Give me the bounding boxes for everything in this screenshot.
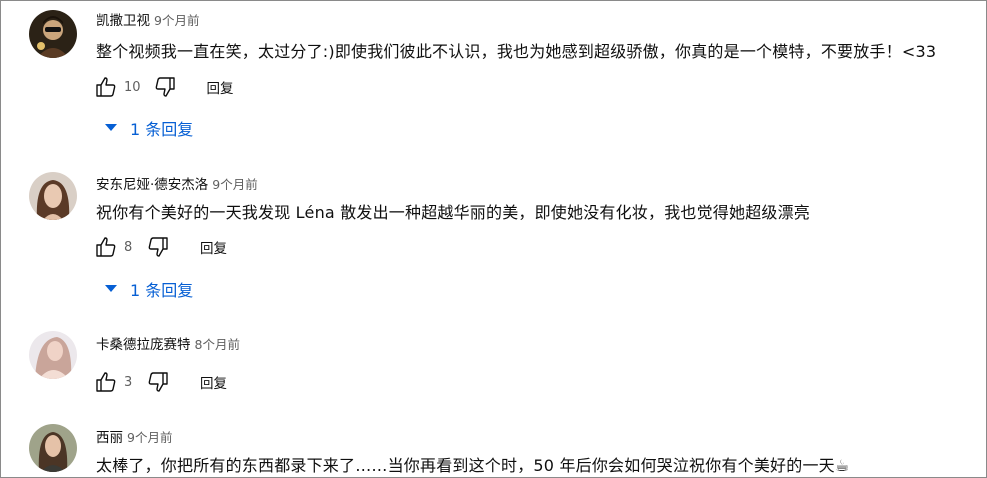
comment-author[interactable]: 西丽 bbox=[96, 430, 123, 446]
thumbs-up-icon[interactable] bbox=[92, 234, 120, 260]
comment-text: 太棒了，你把所有的东西都录下来了……当你再看到这个时，50 年后你会如何哭泣祝你… bbox=[96, 456, 850, 475]
avatar[interactable] bbox=[29, 331, 77, 379]
view-replies-button[interactable]: 1 条回复 bbox=[104, 277, 193, 301]
comment-author[interactable]: 凯撒卫视 bbox=[96, 13, 150, 29]
comment-time[interactable]: 8个月前 bbox=[195, 337, 240, 352]
thumbs-up-icon[interactable] bbox=[92, 369, 120, 395]
thumbs-down-icon[interactable] bbox=[144, 234, 172, 260]
avatar[interactable] bbox=[29, 10, 77, 58]
comment-text: 祝你有个美好的一天我发现 Léna 散发出一种超越华丽的美，即使她没有化妆，我也… bbox=[96, 203, 810, 222]
caret-down-icon bbox=[105, 285, 117, 292]
comment-actions: 8 回复 bbox=[92, 235, 227, 259]
comment-actions: 10 回复 bbox=[92, 75, 234, 99]
comment-header: 卡桑德拉庞赛特 8个月前 bbox=[96, 333, 240, 353]
replies-count: 1 条回复 bbox=[130, 120, 194, 139]
comment-text: 整个视频我一直在笑，太过分了:)即使我们彼此不认识，我也为她感到超级骄傲，你真的… bbox=[96, 42, 937, 61]
reply-button[interactable]: 回复 bbox=[200, 372, 227, 392]
comment-time[interactable]: 9个月前 bbox=[154, 13, 199, 28]
reply-button[interactable]: 回复 bbox=[200, 237, 227, 257]
comment-actions: 3 回复 bbox=[92, 370, 227, 394]
like-count: 10 bbox=[124, 79, 141, 95]
comment-time[interactable]: 9个月前 bbox=[127, 430, 172, 445]
comment-time[interactable]: 9个月前 bbox=[212, 177, 257, 192]
comment-header: 西丽 9个月前 bbox=[96, 426, 172, 446]
comment-author[interactable]: 安东尼娅·德安杰洛 bbox=[96, 177, 208, 193]
comment-author[interactable]: 卡桑德拉庞赛特 bbox=[96, 337, 191, 353]
thumbs-down-icon[interactable] bbox=[144, 369, 172, 395]
comment-header: 凯撒卫视 9个月前 bbox=[96, 9, 199, 29]
avatar[interactable] bbox=[29, 172, 77, 220]
replies-count: 1 条回复 bbox=[130, 281, 194, 300]
avatar[interactable] bbox=[29, 424, 77, 472]
view-replies-button[interactable]: 1 条回复 bbox=[104, 116, 193, 140]
thumbs-down-icon[interactable] bbox=[151, 74, 179, 100]
like-count: 3 bbox=[124, 374, 133, 390]
caret-down-icon bbox=[105, 124, 117, 131]
reply-button[interactable]: 回复 bbox=[207, 77, 234, 97]
comment-header: 安东尼娅·德安杰洛 9个月前 bbox=[96, 173, 258, 193]
thumbs-up-icon[interactable] bbox=[92, 74, 120, 100]
like-count: 8 bbox=[124, 239, 133, 255]
